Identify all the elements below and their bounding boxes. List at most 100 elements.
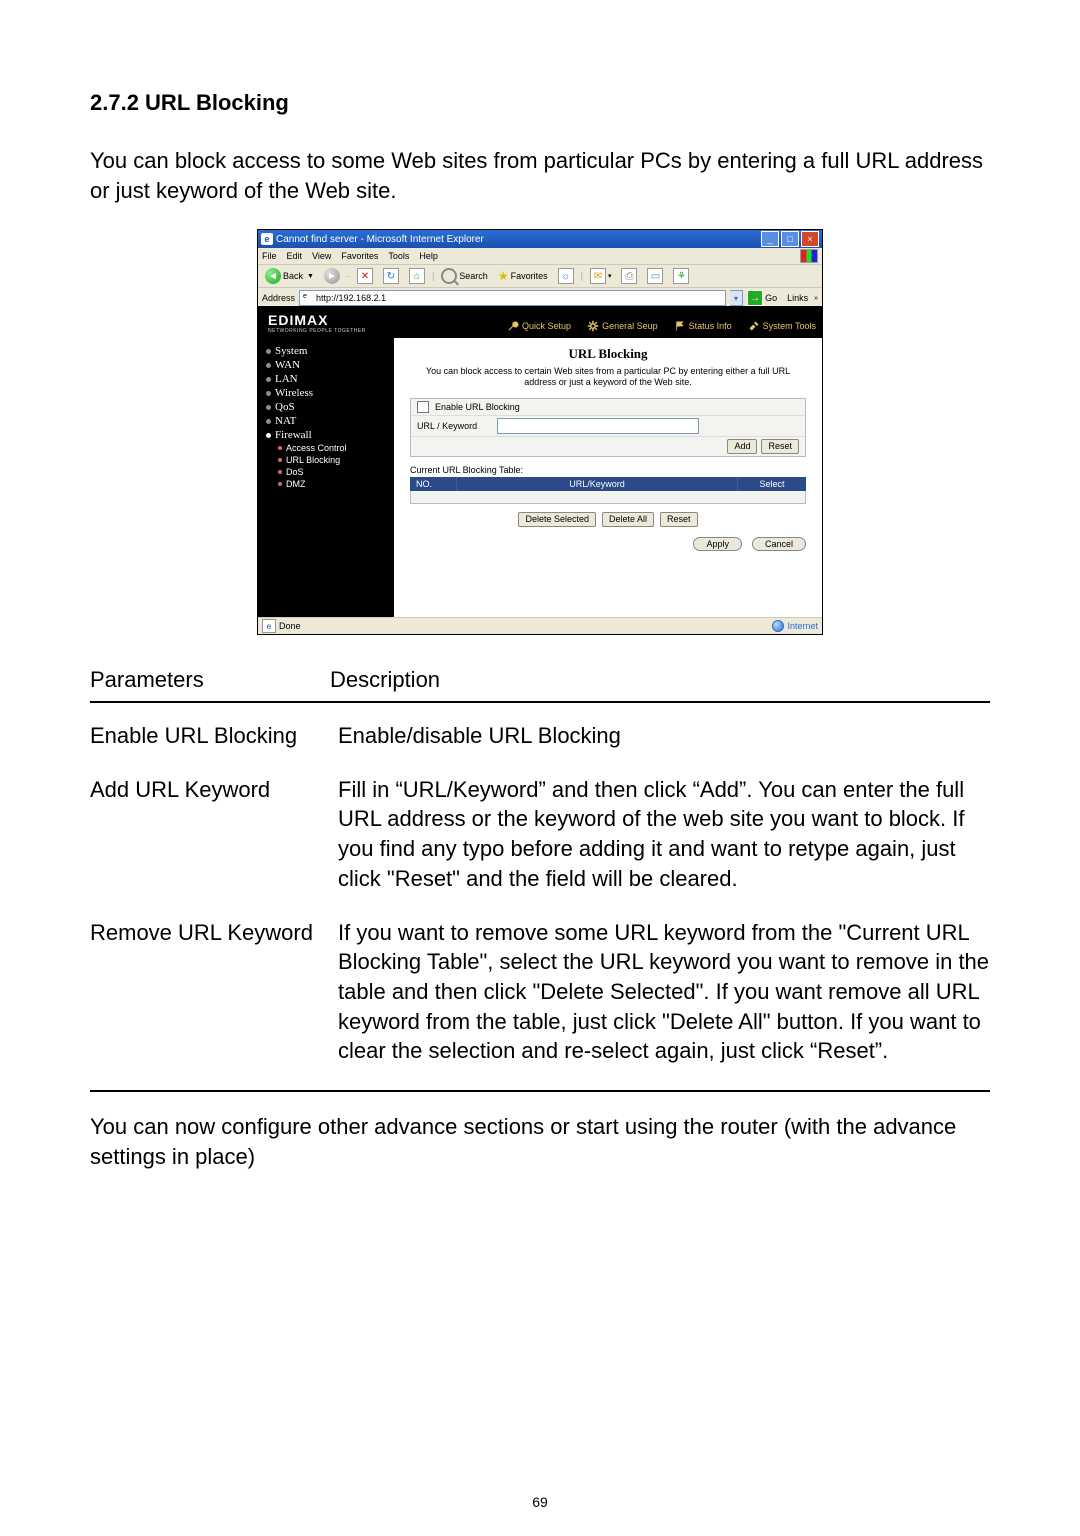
- ie-statusbar: e Done Internet: [258, 617, 822, 634]
- menu-favorites[interactable]: Favorites: [341, 251, 378, 261]
- address-value: http://192.168.2.1: [316, 293, 386, 303]
- forward-button[interactable]: ►: [321, 267, 343, 285]
- sidebar-item-nat[interactable]: NAT: [266, 414, 394, 428]
- settings-panel: Enable URL Blocking URL / Keyword Add Re…: [410, 398, 806, 457]
- brand-subtitle: NETWORKING PEOPLE TOGETHER: [268, 328, 366, 334]
- cancel-button[interactable]: Cancel: [752, 537, 806, 552]
- search-button[interactable]: Search: [438, 267, 491, 285]
- tab-general-setup[interactable]: General Seup: [587, 320, 658, 338]
- zone-text: Internet: [787, 621, 818, 631]
- ie-menubar: File Edit View Favorites Tools Help: [258, 248, 822, 265]
- menu-view[interactable]: View: [312, 251, 331, 261]
- enable-label: Enable URL Blocking: [435, 402, 520, 412]
- star-icon: ★: [498, 269, 509, 283]
- param-desc-2: If you want to remove some URL keyword f…: [338, 918, 990, 1066]
- back-button[interactable]: ◄Back▼: [262, 267, 317, 285]
- links-label[interactable]: Links: [787, 293, 808, 303]
- menu-file[interactable]: File: [262, 251, 277, 261]
- table-header: NO. URL/Keyword Select: [410, 477, 806, 491]
- th-url: URL/Keyword: [457, 477, 738, 491]
- sidebar-item-lan[interactable]: LAN: [266, 372, 394, 386]
- favorites-button[interactable]: ★Favorites: [495, 268, 551, 284]
- home-button[interactable]: ⌂: [406, 267, 428, 285]
- internet-zone-icon: [772, 620, 784, 632]
- maximize-button[interactable]: □: [781, 231, 799, 247]
- gear-icon: [587, 320, 599, 332]
- delete-all-button[interactable]: Delete All: [602, 512, 654, 527]
- enable-checkbox[interactable]: [417, 401, 429, 413]
- outro-text: You can now configure other advance sect…: [90, 1112, 990, 1171]
- delete-selected-button[interactable]: Delete Selected: [518, 512, 596, 527]
- content-area: URL Blocking You can block access to cer…: [394, 338, 822, 618]
- stop-button[interactable]: ✕: [354, 267, 376, 285]
- param-name-0: Enable URL Blocking: [90, 721, 338, 751]
- window-title: Cannot find server - Microsoft Internet …: [276, 234, 484, 245]
- menu-tools[interactable]: Tools: [388, 251, 409, 261]
- sidebar-item-wan[interactable]: WAN: [266, 358, 394, 372]
- sidebar-item-firewall[interactable]: Firewall: [266, 428, 394, 442]
- section-title: 2.7.2 URL Blocking: [90, 90, 990, 116]
- th-no: NO.: [410, 477, 457, 491]
- tab-status-info[interactable]: Status Info: [674, 320, 732, 338]
- side-nav: System WAN LAN Wireless QoS NAT Firewall…: [258, 338, 394, 618]
- params-header-right: Description: [330, 665, 440, 695]
- param-name-2: Remove URL Keyword: [90, 918, 338, 1066]
- wrench-icon: [507, 320, 519, 332]
- tab-quick-setup[interactable]: Quick Setup: [507, 320, 571, 338]
- history-icon[interactable]: ☼: [555, 267, 577, 285]
- param-desc-0: Enable/disable URL Blocking: [338, 721, 990, 751]
- tab-system-tools[interactable]: System Tools: [748, 320, 816, 338]
- close-button[interactable]: ×: [801, 231, 819, 247]
- apply-button[interactable]: Apply: [693, 537, 742, 552]
- go-button[interactable]: →Go: [747, 290, 777, 306]
- add-button[interactable]: Add: [727, 439, 757, 454]
- address-label: Address: [262, 293, 295, 303]
- parameters-table: Parameters Description Enable URL Blocki…: [90, 665, 990, 1066]
- minimize-button[interactable]: _: [761, 231, 779, 247]
- reset-table-button[interactable]: Reset: [660, 512, 698, 527]
- ie-titlebar: e Cannot find server - Microsoft Interne…: [258, 230, 822, 248]
- messenger-icon[interactable]: ⚘: [670, 267, 692, 285]
- keyword-input[interactable]: [497, 418, 699, 434]
- table-body: [410, 491, 806, 504]
- refresh-button[interactable]: ↻: [380, 267, 402, 285]
- table-label: Current URL Blocking Table:: [410, 465, 806, 475]
- keyword-label: URL / Keyword: [417, 421, 497, 431]
- print-icon[interactable]: ⎙: [618, 267, 640, 285]
- address-dropdown[interactable]: ▾: [730, 290, 743, 306]
- status-text: Done: [279, 621, 301, 631]
- ie-toolbar: ◄Back▼ ► - ✕ ↻ ⌂ | Search ★Favorites ☼ |…: [258, 265, 822, 288]
- params-header-left: Parameters: [90, 665, 330, 695]
- page-icon: e: [303, 293, 313, 303]
- address-input[interactable]: e http://192.168.2.1: [299, 290, 726, 306]
- content-description: You can block access to certain Web site…: [410, 366, 806, 388]
- sidebar-item-qos[interactable]: QoS: [266, 400, 394, 414]
- intro-text: You can block access to some Web sites f…: [90, 146, 990, 205]
- sidebar-item-wireless[interactable]: Wireless: [266, 386, 394, 400]
- edit-icon[interactable]: ▭: [644, 267, 666, 285]
- content-title: URL Blocking: [410, 346, 806, 362]
- done-icon: e: [262, 619, 276, 633]
- param-name-1: Add URL Keyword: [90, 775, 338, 894]
- param-desc-1: Fill in “URL/Keyword” and then click “Ad…: [338, 775, 990, 894]
- sidebar-sub-dos[interactable]: DoS: [266, 466, 394, 478]
- search-icon: [441, 268, 457, 284]
- tools-icon: [748, 320, 760, 332]
- table-divider: [90, 1090, 990, 1092]
- reset-button[interactable]: Reset: [761, 439, 799, 454]
- sidebar-sub-access-control[interactable]: Access Control: [266, 442, 394, 454]
- page-number: 69: [0, 1494, 1080, 1510]
- mail-icon[interactable]: ✉▾: [587, 267, 615, 285]
- windows-flag-icon: [800, 249, 818, 263]
- brand-logo: EDIMAX: [268, 312, 366, 328]
- flag-icon: [674, 320, 686, 332]
- sidebar-item-system[interactable]: System: [266, 344, 394, 358]
- menu-help[interactable]: Help: [419, 251, 438, 261]
- th-select: Select: [738, 477, 806, 491]
- sidebar-sub-url-blocking[interactable]: URL Blocking: [266, 454, 394, 466]
- sidebar-sub-dmz[interactable]: DMZ: [266, 478, 394, 490]
- menu-edit[interactable]: Edit: [287, 251, 303, 261]
- screenshot-frame: e Cannot find server - Microsoft Interne…: [257, 229, 823, 635]
- brand-bar: EDIMAX NETWORKING PEOPLE TOGETHER Quick …: [258, 306, 822, 338]
- ie-icon: e: [261, 233, 273, 245]
